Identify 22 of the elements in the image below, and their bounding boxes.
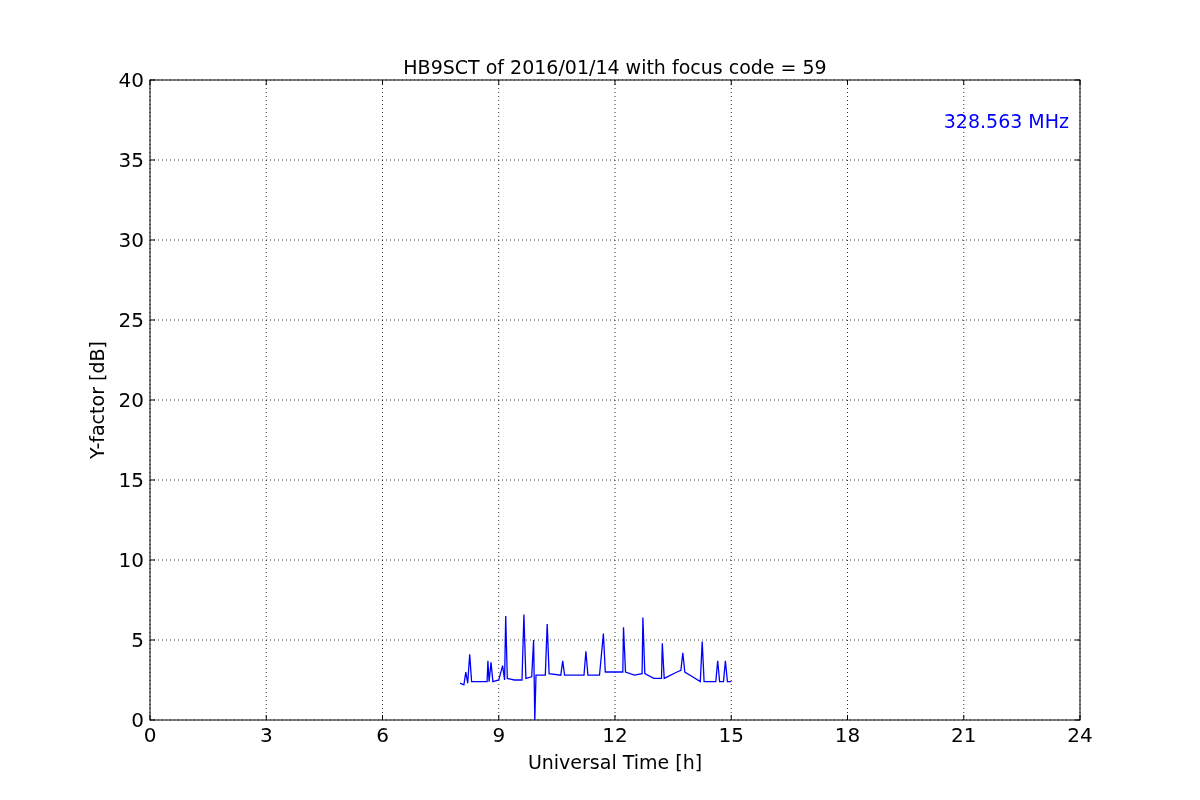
y-tick-label: 15 [118,468,144,492]
x-tick-label: 18 [834,723,861,747]
x-tick-label: 21 [951,723,977,747]
x-tick-label: 0 [143,723,157,747]
frequency-annotation: 328.563 MHz [943,110,1069,132]
x-tick-label: 24 [1067,723,1093,747]
y-tick-label: 20 [118,388,144,412]
x-tick-label: 3 [259,723,273,747]
x-tick-label: 15 [718,723,744,747]
y-tick-label: 40 [118,68,144,92]
x-tick-label: 9 [492,723,506,747]
y-tick-label: 30 [118,228,144,252]
y-tick-label: 0 [131,708,144,732]
x-tick-label: 6 [376,723,389,747]
y-tick-label: 35 [118,148,144,172]
y-tick-label: 5 [131,628,144,652]
y-tick-label: 10 [118,548,144,572]
x-axis-label: Universal Time [h] [527,751,703,773]
y-axis-label: Y-factor [dB] [86,341,108,459]
x-tick-label: 12 [602,723,628,747]
chart-title: HB9SCT of 2016/01/14 with focus code = 59 [403,56,827,78]
y-tick-label: 25 [118,308,144,332]
